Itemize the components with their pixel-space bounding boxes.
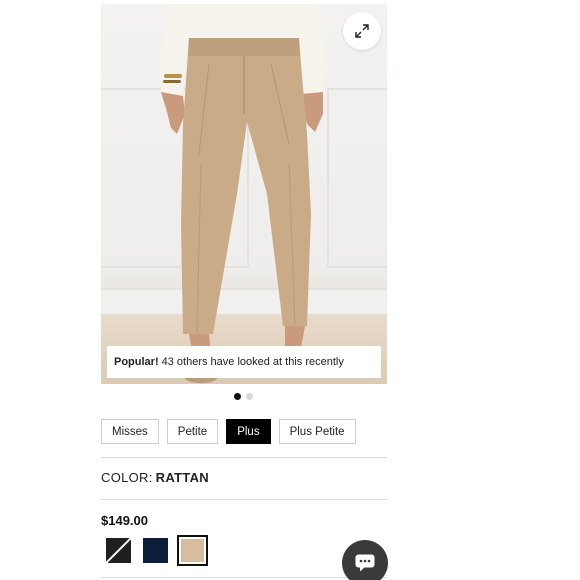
popular-banner: Popular! 43 others have looked at this r… (107, 346, 381, 378)
expand-button[interactable] (343, 12, 381, 50)
carousel-dot-2[interactable] (246, 393, 253, 400)
swatch-rattan (181, 539, 204, 562)
popular-label: Popular! (114, 356, 159, 368)
size-tab-plus[interactable]: Plus (226, 419, 271, 444)
color-swatches (106, 535, 208, 566)
chat-icon (355, 554, 375, 572)
product-image[interactable]: Popular! 43 others have looked at this r… (101, 4, 387, 384)
carousel-dot-1[interactable] (234, 393, 241, 400)
size-tab-plus-petite[interactable]: Plus Petite (278, 419, 356, 444)
divider (101, 457, 387, 458)
size-tab-misses[interactable]: Misses (101, 419, 159, 444)
expand-icon (355, 24, 369, 38)
divider (101, 499, 387, 500)
product-price: $149.00 (101, 513, 148, 528)
swatch-rattan-selected[interactable] (177, 535, 208, 566)
size-tab-petite[interactable]: Petite (166, 419, 219, 444)
color-name: RATTAN (155, 470, 209, 485)
color-label: COLOR: RATTAN (101, 470, 209, 485)
color-prefix: COLOR: (101, 470, 153, 485)
size-tabs: Misses Petite Plus Plus Petite (101, 419, 356, 444)
popular-text: 43 others have looked at this recently (161, 356, 344, 368)
swatch-black-unavailable[interactable] (106, 538, 131, 563)
swatch-navy[interactable] (143, 538, 168, 563)
chat-button[interactable] (342, 540, 388, 580)
carousel-dots (234, 393, 253, 400)
model-figure (159, 4, 327, 383)
divider (101, 577, 387, 578)
